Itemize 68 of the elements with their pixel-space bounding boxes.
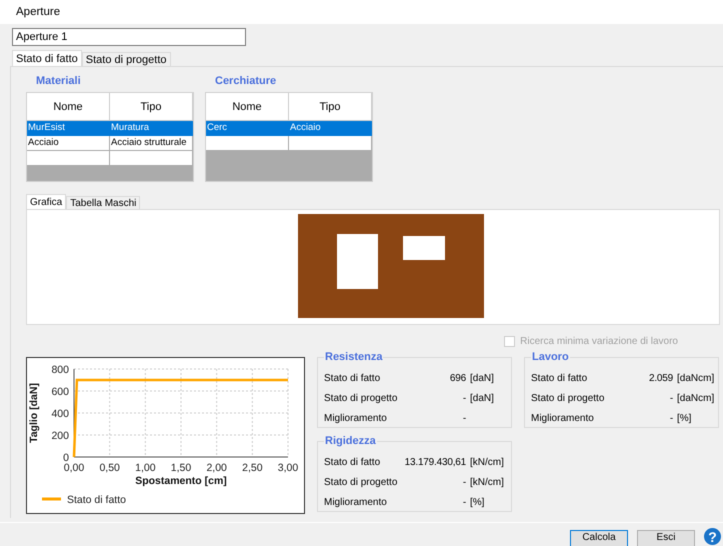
result-unit: [kN/cm] xyxy=(470,456,504,468)
result-unit: [daNcm] xyxy=(677,392,714,404)
group-title: Rigidezza xyxy=(324,435,377,447)
table-cell: Acciaio xyxy=(290,122,321,133)
result-label: Stato di progetto xyxy=(324,476,398,488)
result-label: Miglioramento xyxy=(531,412,595,424)
help-icon[interactable]: ? xyxy=(704,528,721,545)
result-label: Stato di fatto xyxy=(531,372,588,384)
result-unit: [%] xyxy=(677,412,692,424)
table-cell: Muratura xyxy=(111,122,150,133)
axis-tick-label: 0,00 xyxy=(64,462,84,474)
result-value: - xyxy=(462,496,467,508)
axis-tick-label: 1,50 xyxy=(170,462,192,474)
result-value: - xyxy=(668,392,674,404)
result-value: - xyxy=(668,412,674,424)
axis-tick-label: 200 xyxy=(51,430,69,442)
result-value: 13.179.430,61 xyxy=(404,456,467,468)
table-row[interactable]: Cerc Acciaio xyxy=(206,121,372,136)
axis-title: Spostamento [cm] xyxy=(135,475,227,487)
result-label: Stato di fatto xyxy=(324,456,382,468)
axis-tick-label: 400 xyxy=(51,408,69,420)
result-unit: [daNcm] xyxy=(677,372,714,384)
axis-tick-label: 1,00 xyxy=(135,462,156,474)
axis-tick-label: 800 xyxy=(51,364,69,376)
result-unit: [daN] xyxy=(470,372,494,384)
section-title: Materiali xyxy=(36,75,82,89)
group-title: Lavoro xyxy=(531,351,570,363)
axis-tick-label: 600 xyxy=(51,386,69,398)
result-unit: [kN/cm] xyxy=(470,476,504,488)
result-label: Stato di progetto xyxy=(531,392,606,404)
result-label: Miglioramento xyxy=(324,412,388,424)
result-value: - xyxy=(462,412,467,424)
result-label: Stato di fatto xyxy=(324,372,382,384)
group-title: Resistenza xyxy=(324,351,384,363)
table-row[interactable] xyxy=(27,151,193,166)
result-value: - xyxy=(462,392,467,404)
dialog-button[interactable]: Esci xyxy=(637,530,695,546)
result-unit: [daN] xyxy=(470,392,494,404)
result-value: 2.059 xyxy=(648,372,674,384)
table-cell: Acciaio xyxy=(28,137,59,148)
tab[interactable]: Tabella Maschi xyxy=(66,196,140,209)
result-unit: [%] xyxy=(470,496,484,508)
window-title: Aperture xyxy=(16,6,60,18)
tab[interactable]: Stato di progetto xyxy=(82,52,170,66)
axis-tick-label: 2,50 xyxy=(242,462,263,474)
table-cell: MurEsist xyxy=(28,122,65,133)
legend-swatch xyxy=(42,498,61,500)
table-row[interactable] xyxy=(206,136,372,151)
tab[interactable]: Stato di fatto xyxy=(12,50,82,66)
section-title: Cerchiature xyxy=(215,75,278,89)
result-label: Miglioramento xyxy=(324,496,388,508)
table-cell: Acciaio strutturale xyxy=(111,137,187,148)
axis-tick-label: 0,50 xyxy=(99,462,120,474)
result-label: Stato di progetto xyxy=(324,392,398,404)
table-cell: Cerc xyxy=(207,122,228,133)
name-field[interactable]: Aperture 1 xyxy=(12,28,246,46)
axis-title: Taglio [daN] xyxy=(28,383,40,443)
result-value: 696 xyxy=(448,372,467,384)
axis-tick-label: 3,00 xyxy=(278,462,298,474)
tab[interactable]: Grafica xyxy=(26,194,66,209)
dialog-button[interactable]: Calcola xyxy=(570,530,628,546)
axis-tick-label: 2,00 xyxy=(206,462,227,474)
result-value: - xyxy=(462,476,467,488)
legend-label: Stato di fatto xyxy=(67,494,126,506)
checkbox-label: Ricerca minima variazione di lavoro xyxy=(520,336,678,346)
table-row[interactable]: MurEsist Muratura xyxy=(27,121,193,136)
table-row[interactable]: Acciaio Acciaio strutturale xyxy=(27,136,193,151)
axis-tick-label: 0 xyxy=(63,452,69,464)
